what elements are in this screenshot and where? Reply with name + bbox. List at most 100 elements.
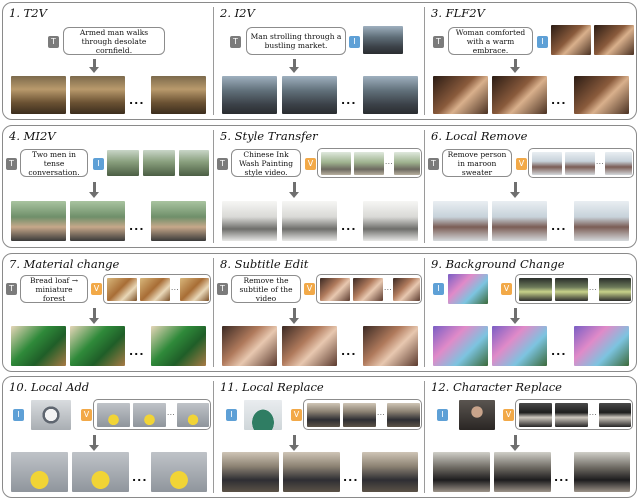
input-video-frame <box>177 403 209 427</box>
output-frame <box>11 452 68 492</box>
output-frame <box>574 76 629 114</box>
text-tag: T <box>217 158 228 170</box>
input-image <box>179 150 209 176</box>
image-tag: I <box>537 36 548 48</box>
input-image <box>459 400 495 430</box>
output-frame <box>72 452 129 492</box>
panel-title: 12. Character Replace <box>431 380 562 394</box>
output-frame <box>574 452 630 492</box>
prompt-bubble: Bread loaf → miniature forest <box>20 275 88 303</box>
input-video-frame <box>107 278 137 301</box>
input-image <box>448 274 488 304</box>
prompt-bubble: Remove person in maroon sweater <box>442 149 512 177</box>
output-frame <box>282 76 337 114</box>
panel-material-change: 7. Material change T Bread loaf → miniat… <box>3 254 213 371</box>
input-video-frame <box>599 403 631 427</box>
ellipsis: ... <box>129 345 145 358</box>
ellipsis: ... <box>341 94 357 107</box>
row-3: 7. Material change T Bread loaf → miniat… <box>2 253 637 372</box>
ellipsis: ... <box>589 284 598 292</box>
output-frame <box>70 201 125 241</box>
ellipsis: ... <box>551 220 567 233</box>
output-frame <box>574 326 629 366</box>
panel-flf2v: 3. FLF2V T Woman comforted with a warm e… <box>425 3 636 119</box>
input-video: ... <box>317 148 422 178</box>
output-frame <box>282 326 337 366</box>
input-video-frame <box>320 278 350 301</box>
input-video-frame <box>605 152 632 175</box>
input-image <box>363 26 403 54</box>
output-frame <box>492 201 547 241</box>
ellipsis: ... <box>129 220 145 233</box>
video-tag: V <box>503 409 514 421</box>
output-frame <box>222 452 279 492</box>
video-tag: V <box>305 158 316 170</box>
input-image <box>244 400 282 430</box>
input-video-frame <box>140 278 170 301</box>
ellipsis: ... <box>551 94 567 107</box>
image-tag: I <box>349 36 360 48</box>
panel-local-replace: 11. Local Replace I V ... ... <box>214 377 424 497</box>
text-tag: T <box>433 36 444 48</box>
text-tag: T <box>48 36 59 48</box>
output-frame <box>492 76 547 114</box>
output-frame <box>151 76 206 114</box>
input-video-frame <box>394 152 420 175</box>
output-frame <box>11 201 66 241</box>
output-frame <box>362 452 418 492</box>
input-video-frame <box>343 403 376 427</box>
ellipsis: ... <box>554 471 570 484</box>
output-frame <box>283 452 340 492</box>
prompt-bubble: Armed man walks through desolate cornfie… <box>63 27 165 55</box>
input-image <box>107 150 139 176</box>
output-frame <box>433 326 488 366</box>
video-tag: V <box>81 409 92 421</box>
prompt-bubble: Remove the subtitle of the video <box>231 275 301 303</box>
panel-title: 8. Subtitle Edit <box>220 257 309 271</box>
row-4: 10. Local Add I V ... ... 11. Local Repl… <box>2 376 637 498</box>
input-video-frame <box>321 152 351 175</box>
panel-i2v: 2. I2V T Man strolling through a bustlin… <box>214 3 424 119</box>
ellipsis: ... <box>384 284 393 292</box>
first-frame-image <box>551 25 591 55</box>
input-video-frame <box>133 403 166 427</box>
text-tag: T <box>6 158 17 170</box>
image-tag: I <box>226 409 237 421</box>
output-frame <box>363 326 418 366</box>
panel-character-replace: 12. Character Replace I V ... ... <box>425 377 636 497</box>
output-frame <box>363 76 418 114</box>
input-video: ... <box>515 274 633 304</box>
ellipsis: ... <box>551 345 567 358</box>
video-tag: V <box>291 409 302 421</box>
input-video-frame <box>599 278 631 301</box>
input-video: ... <box>93 399 211 430</box>
input-video-frame <box>387 403 420 427</box>
panel-style-transfer: 5. Style Transfer T Chinese Ink Wash Pai… <box>214 126 424 247</box>
image-tag: I <box>93 158 104 170</box>
input-video-frame <box>532 152 562 175</box>
text-tag: T <box>230 36 241 48</box>
input-video: ... <box>528 148 634 178</box>
output-frame <box>494 452 551 492</box>
input-video: ... <box>316 274 422 304</box>
panel-title: 2. I2V <box>220 6 255 20</box>
input-video-frame <box>307 403 340 427</box>
output-frame <box>11 326 66 366</box>
output-frame <box>492 326 547 366</box>
video-tag: V <box>91 283 102 295</box>
output-frame <box>222 76 277 114</box>
panel-local-add: 10. Local Add I V ... ... <box>3 377 213 497</box>
panel-local-remove: 6. Local Remove T Remove person in maroo… <box>425 126 636 247</box>
prompt-bubble: Man strolling through a bustling market. <box>246 27 346 55</box>
panel-title: 6. Local Remove <box>431 129 528 143</box>
text-tag: T <box>217 283 228 295</box>
input-video-frame <box>354 152 384 175</box>
input-video: ... <box>515 399 633 430</box>
text-tag: T <box>6 283 17 295</box>
ellipsis: ... <box>343 471 359 484</box>
image-tag: I <box>13 409 24 421</box>
output-frame <box>11 76 66 114</box>
output-frame <box>574 201 629 241</box>
ellipsis: ... <box>589 409 598 417</box>
prompt-bubble: Woman comforted with a warm embrace. <box>448 27 533 55</box>
